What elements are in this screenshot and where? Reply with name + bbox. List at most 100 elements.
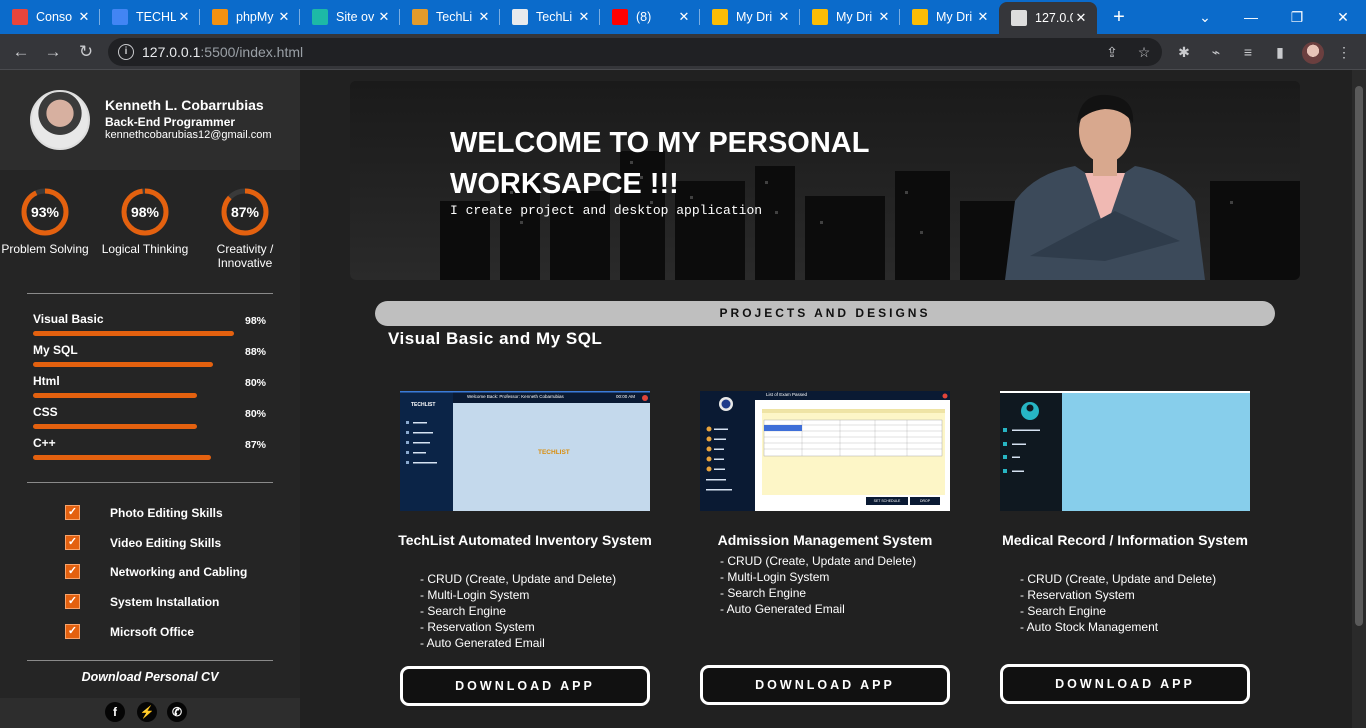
browser-tab[interactable]: 127.0.0 ✕: [999, 2, 1097, 34]
phone-icon[interactable]: ✆: [167, 702, 187, 722]
checkbox-checked-icon[interactable]: ✓: [65, 505, 80, 520]
skill-progress-fill: [33, 331, 234, 336]
close-tab-icon[interactable]: ✕: [776, 9, 792, 25]
globe-icon: [512, 9, 528, 25]
share-icon[interactable]: ⇪: [1102, 42, 1122, 62]
tab-title: 127.0.0: [1035, 11, 1073, 25]
feature-item: - CRUD (Create, Update and Delete): [1020, 572, 1217, 586]
back-icon[interactable]: ←: [9, 40, 33, 64]
close-tab-icon[interactable]: ✕: [276, 9, 292, 25]
bookmark-star-icon[interactable]: ☆: [1134, 42, 1154, 62]
profile-email: kennethcobarubias12@gmail.com: [105, 129, 272, 141]
tab-title: TECHL: [136, 10, 176, 24]
url-text[interactable]: 127.0.0.1:5500/index.html: [142, 44, 303, 60]
circle-value: 98%: [130, 204, 160, 220]
browser-toolbar: ← → ↻ i 127.0.0.1:5500/index.html ⇪ ☆ ✱ …: [0, 34, 1366, 70]
skill-progress-bar: [33, 331, 234, 336]
facebook-icon[interactable]: f: [105, 702, 125, 722]
feature-list: - CRUD (Create, Update and Delete) - Mul…: [420, 571, 616, 651]
page-viewport: Kenneth L. Cobarrubias Back-End Programm…: [0, 70, 1366, 728]
close-tab-icon[interactable]: ✕: [1073, 10, 1089, 26]
browser-tab[interactable]: My Dri ✕: [800, 0, 900, 34]
feature-item: - Search Engine: [1020, 604, 1107, 618]
checkbox-checked-icon[interactable]: ✓: [65, 564, 80, 579]
tab-search-icon[interactable]: ⌄: [1182, 0, 1228, 34]
minimize-icon[interactable]: —: [1228, 0, 1274, 34]
skill-percent: 87%: [244, 439, 266, 451]
maximize-icon[interactable]: ❐: [1274, 0, 1320, 34]
browser-tab[interactable]: My Dri ✕: [900, 0, 999, 34]
divider: [27, 482, 273, 483]
feature-item: - Search Engine: [720, 586, 807, 600]
close-tab-icon[interactable]: ✕: [876, 9, 892, 25]
download-app-button[interactable]: DOWNLOAD APP: [400, 666, 650, 706]
console-icon: [12, 9, 28, 25]
tab-title: Conso: [36, 10, 73, 24]
close-tab-icon[interactable]: ✕: [376, 9, 392, 25]
close-tab-icon[interactable]: ✕: [176, 9, 192, 25]
browser-tab[interactable]: phpMy ✕: [200, 0, 300, 34]
project-screenshot: Welcome Back: Professor: Kenneth Cobarru…: [400, 391, 650, 511]
browser-tab[interactable]: Site ov ✕: [300, 0, 400, 34]
tab-title: TechLi: [436, 10, 473, 24]
circle-label: Logical Thinking: [101, 242, 189, 256]
browser-tab[interactable]: TECHL ✕: [100, 0, 200, 34]
close-window-icon[interactable]: ✕: [1320, 0, 1366, 34]
close-tab-icon[interactable]: ✕: [476, 9, 492, 25]
checkbox-checked-icon[interactable]: ✓: [65, 624, 80, 639]
skill-name: Visual Basic: [33, 312, 104, 326]
media-control-icon[interactable]: ≡: [1238, 42, 1258, 62]
reload-icon[interactable]: ↻: [74, 40, 98, 64]
close-tab-icon[interactable]: ✕: [975, 9, 991, 25]
feature-item: - Multi-Login System: [420, 588, 530, 602]
circle-value: 93%: [30, 204, 60, 220]
browser-tab[interactable]: My Dri ✕: [700, 0, 800, 34]
address-bar[interactable]: i 127.0.0.1:5500/index.html ⇪ ☆: [108, 38, 1162, 66]
checklist-label: Photo Editing Skills: [110, 506, 223, 520]
feature-item: - CRUD (Create, Update and Delete): [720, 554, 917, 568]
profile-photo: [1005, 94, 1205, 280]
skill-circle: 87% Creativity / Innovative: [195, 188, 295, 270]
social-links: f ⚡ ✆: [0, 698, 300, 728]
page-scrollbar[interactable]: [1352, 70, 1366, 728]
scrollbar-thumb[interactable]: [1355, 86, 1363, 626]
skill-percent: 80%: [244, 408, 266, 420]
hero-subtitle: I create project and desktop application: [450, 203, 763, 218]
close-tab-icon[interactable]: ✕: [676, 9, 692, 25]
tab-title: Site ov: [336, 10, 375, 24]
sidebar: Kenneth L. Cobarrubias Back-End Programm…: [0, 70, 300, 728]
messenger-icon[interactable]: ⚡: [137, 702, 157, 722]
tab-strip: Conso ✕ TECHL ✕ phpMy ✕ Site ov ✕ TechLi ✕ TechLi ✕…: [0, 0, 1366, 34]
browser-tab[interactable]: TechLi ✕: [500, 0, 600, 34]
menu-kebab-icon[interactable]: ⋮: [1334, 42, 1354, 62]
skill-progress-bar: [33, 455, 233, 460]
cast-icon[interactable]: ⌁: [1206, 42, 1226, 62]
skill-circle: 93% Problem Solving: [0, 188, 95, 256]
side-panel-icon[interactable]: ▮: [1270, 42, 1290, 62]
thumb-header-text: List of Exam Passed: [766, 392, 808, 397]
download-cv-link[interactable]: Download Personal CV: [0, 670, 300, 684]
new-tab-button[interactable]: +: [1108, 6, 1130, 28]
checkbox-checked-icon[interactable]: ✓: [65, 594, 80, 609]
extensions-icon[interactable]: ✱: [1174, 42, 1194, 62]
download-app-button[interactable]: DOWNLOAD APP: [700, 665, 950, 705]
checkbox-checked-icon[interactable]: ✓: [65, 535, 80, 550]
site-info-icon[interactable]: i: [118, 44, 134, 60]
skill-progress-bar: [33, 424, 233, 429]
thumb-drop-button: DROP: [910, 497, 940, 505]
tab-title: My Dri: [736, 10, 773, 24]
browser-tab[interactable]: Conso ✕: [0, 0, 100, 34]
close-tab-icon[interactable]: ✕: [76, 9, 92, 25]
browser-tab[interactable]: (8) ✕: [600, 0, 700, 34]
close-tab-icon[interactable]: ✕: [576, 9, 592, 25]
thumb-brand-small: TECHLIST: [411, 402, 436, 408]
checklist-label: System Installation: [110, 595, 220, 609]
profile-avatar[interactable]: [1302, 42, 1324, 64]
browser-tab[interactable]: TechLi ✕: [400, 0, 500, 34]
section-title: Visual Basic and My SQL: [388, 329, 603, 348]
checklist-label: Networking and Cabling: [110, 565, 248, 579]
forward-icon[interactable]: →: [41, 40, 65, 64]
skill-circle: 98% Logical Thinking: [95, 188, 195, 256]
download-app-button[interactable]: DOWNLOAD APP: [1000, 664, 1250, 704]
drive-icon: [712, 9, 728, 25]
